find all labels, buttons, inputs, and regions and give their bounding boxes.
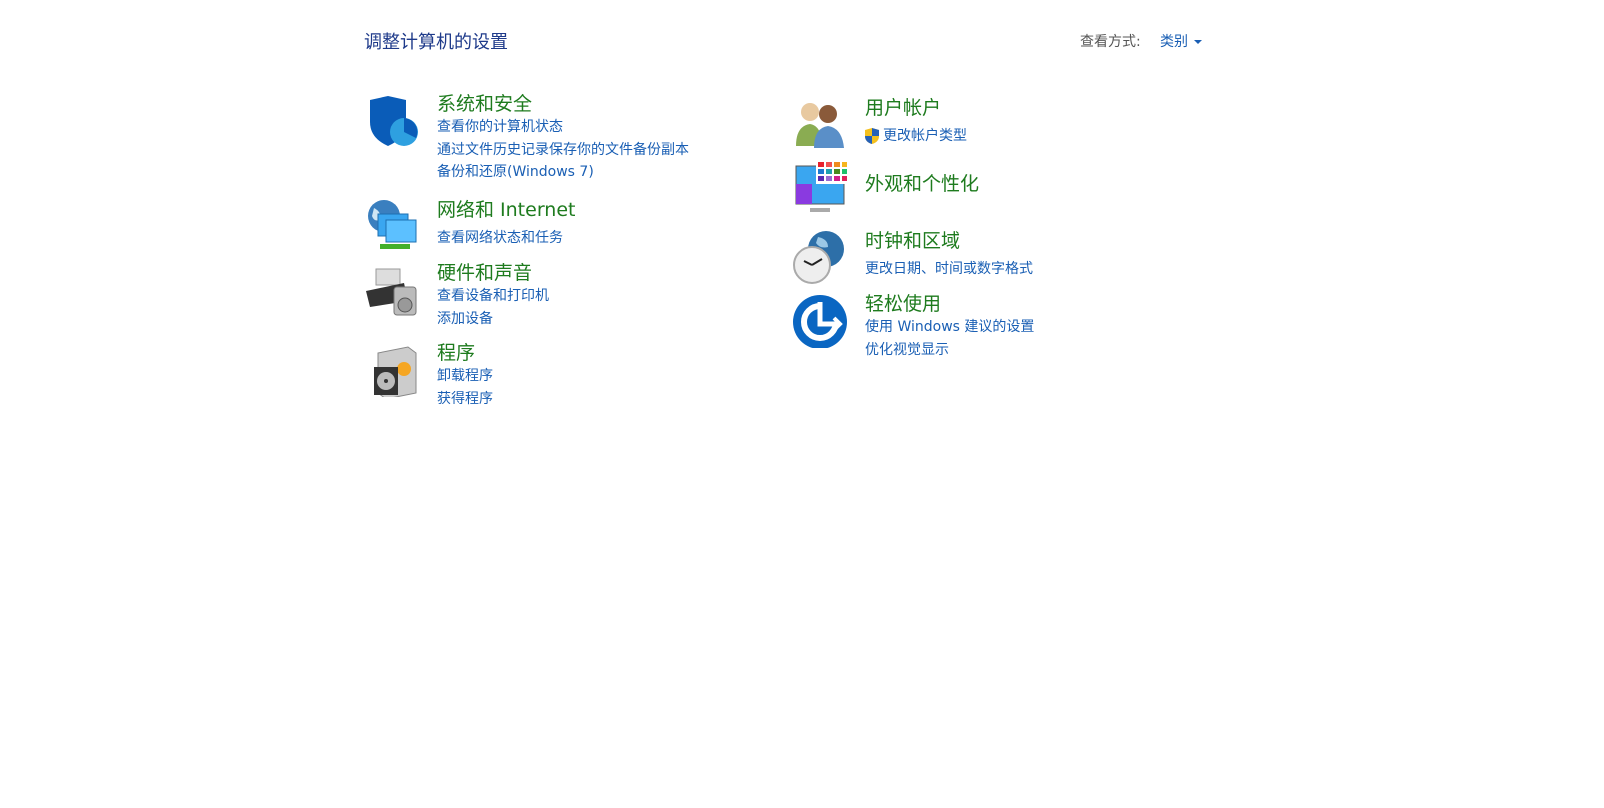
category-heading[interactable]: 硬件和声音 <box>437 261 549 285</box>
users-icon[interactable] <box>792 96 848 152</box>
task-link[interactable]: 使用 Windows 建议的设置 <box>865 316 1034 339</box>
task-link[interactable]: 查看你的计算机状态 <box>437 116 689 139</box>
appearance-icon[interactable] <box>792 160 848 216</box>
task-link[interactable]: 更改帐户类型 <box>863 125 967 148</box>
task-link[interactable]: 查看网络状态和任务 <box>437 227 575 250</box>
task-link[interactable]: 通过文件历史记录保存你的文件备份副本 <box>437 139 689 162</box>
task-link[interactable]: 备份和还原(Windows 7) <box>437 161 689 184</box>
category-heading[interactable]: 程序 <box>437 341 493 365</box>
uac-shield-icon <box>865 128 879 145</box>
category-heading[interactable]: 用户帐户 <box>865 96 967 120</box>
task-link-label: 更改帐户类型 <box>883 128 967 144</box>
page-title: 调整计算机的设置 <box>364 32 508 53</box>
printer-icon[interactable] <box>364 261 420 317</box>
category-heading[interactable]: 系统和安全 <box>437 92 689 116</box>
clock-globe-icon[interactable] <box>792 229 848 285</box>
task-link[interactable]: 添加设备 <box>437 308 549 331</box>
task-link[interactable]: 卸载程序 <box>437 365 493 388</box>
view-by-dropdown[interactable]: 类别 <box>1160 31 1202 51</box>
task-link[interactable]: 优化视觉显示 <box>865 339 1034 362</box>
network-icon[interactable] <box>364 198 420 254</box>
ease-of-access-icon[interactable] <box>792 292 848 348</box>
task-link[interactable]: 获得程序 <box>437 388 493 411</box>
task-link[interactable]: 查看设备和打印机 <box>437 285 549 308</box>
programs-icon[interactable] <box>364 341 420 397</box>
category-heading[interactable]: 轻松使用 <box>865 292 1034 316</box>
category-heading[interactable]: 外观和个性化 <box>865 172 979 196</box>
category-heading[interactable]: 网络和 Internet <box>437 198 575 222</box>
shield-icon[interactable] <box>364 92 420 148</box>
category-heading[interactable]: 时钟和区域 <box>865 229 1033 253</box>
view-by-label: 查看方式: <box>1080 34 1141 50</box>
task-link[interactable]: 更改日期、时间或数字格式 <box>865 258 1033 281</box>
